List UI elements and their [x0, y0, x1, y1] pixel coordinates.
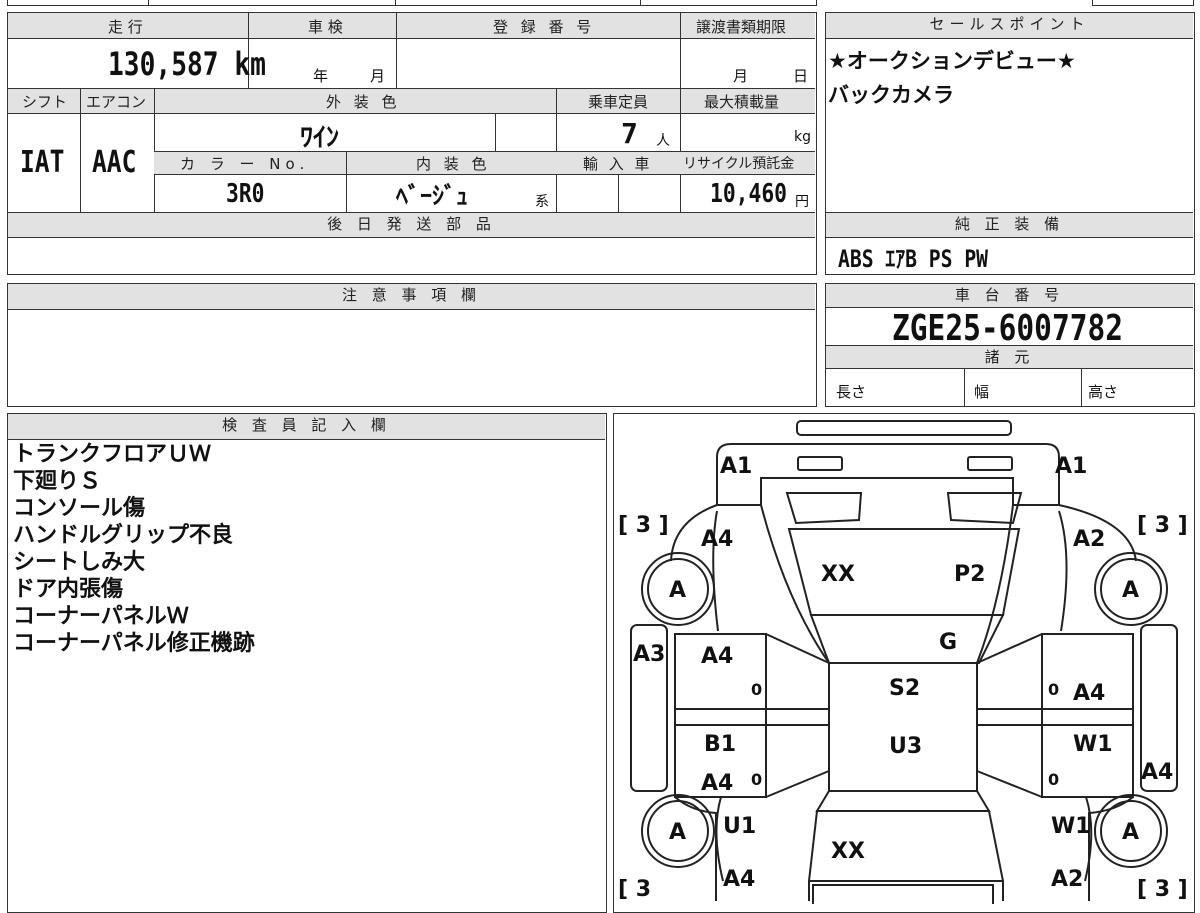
top-strip-divider	[395, 0, 396, 6]
door-rr-zero: 0	[1048, 770, 1059, 789]
standard-equipment-value: ABS ｴｱB PS PW	[838, 245, 989, 273]
registration-label: 登 録 番 号	[493, 18, 596, 36]
diagram-bracket-tr: [ 3 ]	[1137, 513, 1188, 538]
shift-label: シフト	[22, 93, 68, 111]
capacity-value: 7	[621, 117, 638, 150]
exterior-color-label: 外 装 色	[326, 93, 401, 111]
fender-left-label: A4	[701, 527, 733, 552]
side-right-label: A4	[1141, 760, 1173, 785]
interior-color-suffix: 系	[535, 194, 549, 210]
interior-color-value: ﾍﾞｰｼﾞｭ	[396, 182, 468, 210]
inspection-label: 車 検	[308, 18, 343, 36]
sales-point-line-2: バックカメラ	[828, 83, 954, 107]
spec-table: 走 行 車 検 登 録 番 号 譲渡書類期限 130,587 km 年 月 月 …	[7, 12, 817, 275]
notes-header: 注 意 事 項 欄	[8, 284, 815, 310]
sales-points-header: セールスポイント	[826, 13, 1193, 39]
length-label: 長さ	[836, 383, 867, 401]
aircon-label: エアコン	[86, 93, 147, 111]
quarter-right-label: A2	[1051, 867, 1083, 892]
quarter-left-label: A4	[723, 867, 755, 892]
front-right-label: A1	[1055, 454, 1087, 479]
inspector-note: トランクフロアＵＷ	[13, 442, 212, 467]
inspector-note: ハンドルグリップ不良	[13, 523, 234, 548]
door-rr-label: W1	[1073, 732, 1113, 757]
inspection-year-unit: 年	[313, 67, 329, 85]
door-rl-zero: 0	[751, 770, 762, 789]
standard-equipment-header: 純 正 装 備	[826, 212, 1193, 238]
transfer-day-unit: 日	[793, 67, 809, 85]
car-diagram-box: [ 3 ] [ 3 ] [ 3 [ 3 ] A A A A A1 A1 A4 A…	[613, 413, 1195, 913]
tire-rr: A	[1122, 820, 1139, 845]
color-no-label: カ ラ ー No.	[180, 155, 310, 173]
color-no-value: 3R0	[226, 179, 265, 209]
sales-point-line-1: ★オークションデビュー★	[828, 49, 1076, 73]
door-rl-label-2: A4	[701, 771, 733, 796]
inspector-note: コーナーパネルＷ	[13, 604, 189, 629]
recycle-fee-unit: 円	[795, 194, 809, 210]
inspector-note: ドア内張傷	[13, 577, 124, 602]
door-fr-zero: 0	[1048, 680, 1059, 699]
mileage-label: 走 行	[108, 18, 143, 36]
sales-points-box: セールスポイント ★オークションデビュー★ バックカメラ 純 正 装 備 ABS…	[825, 12, 1195, 275]
import-label: 輸 入 車	[583, 155, 653, 173]
tire-fl: A	[669, 578, 686, 603]
windshield-label: G	[939, 630, 957, 655]
recycle-fee-label: リサイクル預託金	[683, 156, 795, 172]
door-fl-label: A4	[701, 644, 733, 669]
inspector-header: 検 査 員 記 入 欄	[8, 414, 605, 440]
diagram-bracket-tl: [ 3 ]	[618, 513, 669, 538]
diagram-bracket-bl: [ 3	[618, 877, 651, 902]
top-strip	[7, 0, 817, 6]
car-diagram: [ 3 ] [ 3 ] [ 3 [ 3 ] A A A A A1 A1 A4 A…	[618, 420, 1188, 904]
transfer-month-unit: 月	[733, 67, 749, 85]
height-label: 高さ	[1088, 383, 1119, 401]
tire-fr: A	[1122, 578, 1139, 603]
chassis-box: 車 台 番 号 ZGE25-6007782 諸 元 長さ 幅 高さ	[825, 283, 1195, 407]
inspection-month-unit: 月	[370, 67, 386, 85]
door-fl-zero: 0	[751, 680, 762, 699]
roof-label: S2	[889, 676, 920, 701]
dimensions-header: 諸 元	[826, 345, 1193, 369]
shift-value: IAT	[20, 145, 65, 180]
inspector-note: シートしみ大	[13, 550, 146, 575]
door-fr-label: A4	[1073, 681, 1105, 706]
inspector-note: 下廻りＳ	[13, 469, 102, 494]
exterior-color-value: ﾜｲﾝ	[300, 123, 340, 153]
max-load-label: 最大積載量	[704, 93, 780, 111]
roof2-label: U3	[889, 734, 922, 759]
notes-box: 注 意 事 項 欄	[7, 283, 817, 407]
inspector-notes-list: トランクフロアＵＷ 下廻りＳ コンソール傷 ハンドルグリップ不良 シートしみ大 …	[13, 441, 255, 657]
chassis-number: ZGE25-6007782	[892, 308, 1124, 349]
trunk-label: XX	[831, 839, 865, 864]
mileage-value: 130,587 km	[108, 45, 266, 83]
door-rl-label-1: B1	[704, 732, 736, 757]
recycle-fee-value: 10,460	[710, 179, 788, 209]
capacity-unit: 人	[656, 133, 670, 149]
max-load-unit: kg	[794, 129, 811, 145]
fender-right-label: A2	[1073, 527, 1105, 552]
interior-color-label: 内 装 色	[416, 155, 491, 173]
transfer-deadline-label: 譲渡書類期限	[696, 18, 787, 36]
top-strip-right	[1092, 0, 1194, 6]
later-parts-header: 後 日 発 送 部 品	[8, 212, 815, 238]
top-strip-divider	[148, 0, 149, 6]
hood-right-label: P2	[954, 562, 985, 587]
rear-right-label: W1	[1051, 814, 1091, 839]
top-strip-divider	[640, 0, 641, 6]
inspector-box: 検 査 員 記 入 欄 トランクフロアＵＷ 下廻りＳ コンソール傷 ハンドルグリ…	[7, 413, 607, 913]
aircon-value: AAC	[92, 145, 137, 180]
tire-rl: A	[669, 820, 686, 845]
front-left-label: A1	[720, 454, 752, 479]
hood-left-label: XX	[821, 562, 855, 587]
diagram-bracket-br: [ 3 ]	[1137, 877, 1188, 902]
side-left-label: A3	[633, 642, 665, 667]
rear-left-label: U1	[723, 814, 756, 839]
chassis-header: 車 台 番 号	[826, 284, 1193, 308]
inspector-note: コンソール傷	[13, 496, 146, 521]
inspector-note: コーナーパネル修正機跡	[13, 631, 255, 656]
capacity-label: 乗車定員	[588, 93, 649, 111]
width-label: 幅	[974, 383, 990, 401]
